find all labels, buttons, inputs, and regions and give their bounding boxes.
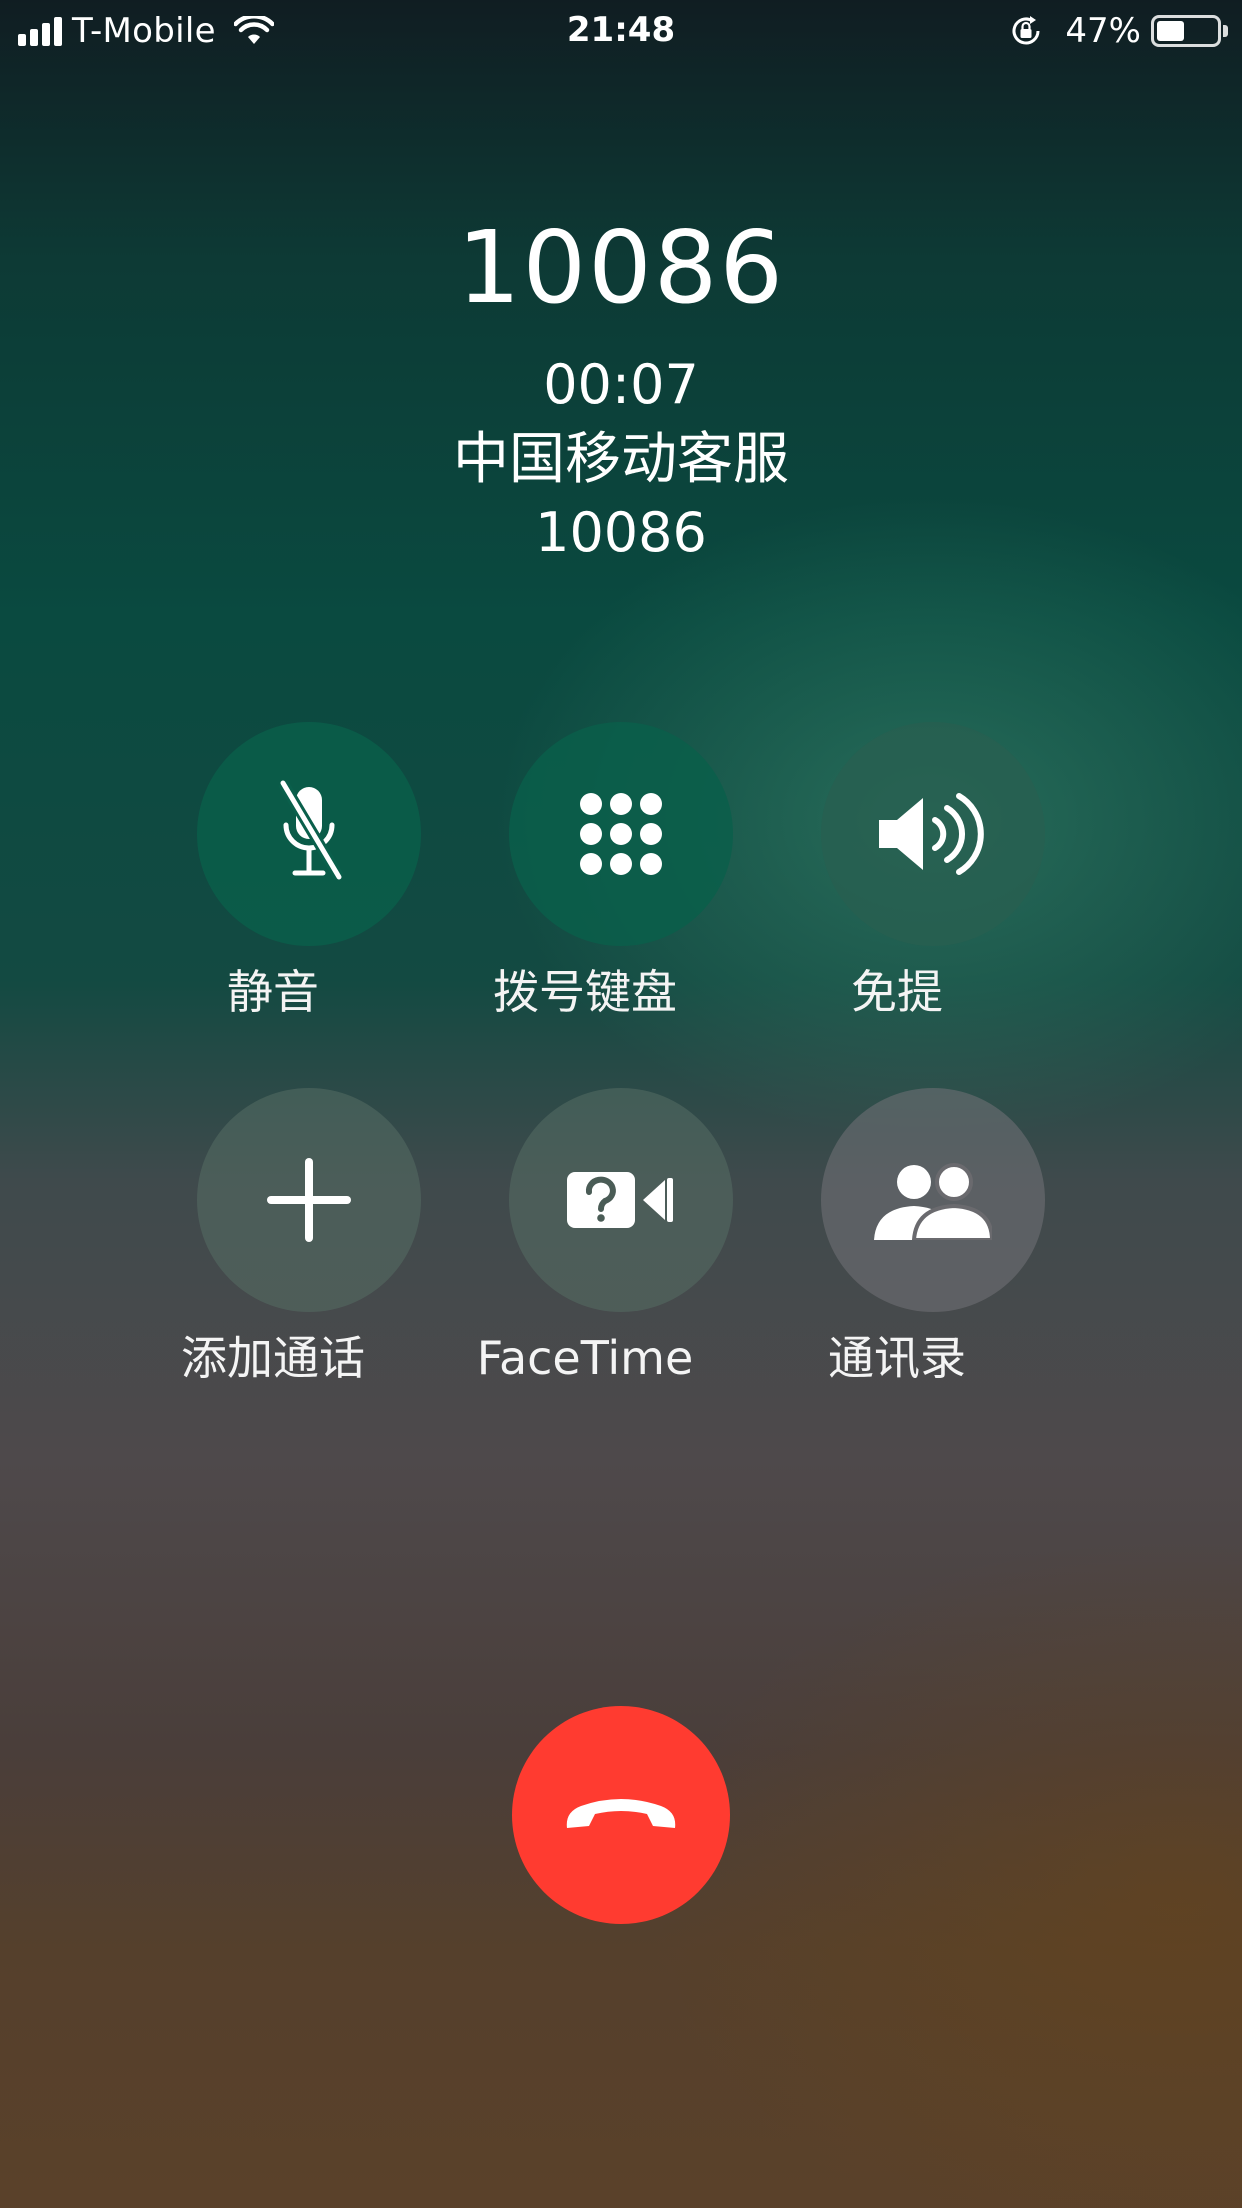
battery-percent: 47% [1065,11,1141,51]
contacts-button[interactable]: 通讯录 [737,1088,1057,1408]
mute-icon [278,780,344,880]
end-call-button[interactable] [512,1706,730,1924]
contacts-label: 通讯录 [828,1331,966,1385]
keypad-circle[interactable] [509,722,733,946]
caller-number: 10086 [456,209,786,326]
call-duration: 00:07 [543,353,699,416]
battery-level [1157,21,1184,41]
caller-label: 中国移动客服 [453,427,789,492]
battery-cap [1223,25,1228,37]
speaker-label: 免提 [851,965,943,1019]
mute-circle[interactable] [197,722,421,946]
orientation-lock-icon [1012,16,1040,45]
speaker-circle[interactable] [821,722,1045,946]
facetime-icon [567,1172,673,1228]
mute-button[interactable]: 静音 [113,722,433,1042]
speaker-button[interactable]: 免提 [737,722,1057,1042]
caller-sub-label: 10086 [535,501,707,564]
add-call-label: 添加通话 [181,1331,365,1385]
keypad-button[interactable]: 拨号键盘 [425,722,745,1042]
speaker-icon [879,793,984,875]
battery-icon [1151,15,1221,47]
facetime-circle[interactable] [509,1088,733,1312]
status-bar-right: 47% [1009,10,1228,52]
mute-label: 静音 [227,965,319,1019]
contacts-circle[interactable] [821,1088,1045,1312]
add-call-circle[interactable] [197,1088,421,1312]
facetime-button[interactable]: FaceTime [425,1088,745,1408]
facetime-label: FaceTime [476,1331,694,1385]
add-call-button[interactable]: 添加通话 [113,1088,433,1408]
keypad-label: 拨号键盘 [493,965,677,1019]
keypad-icon [580,793,662,875]
add-call-icon [267,1158,351,1242]
end-call-icon [566,1799,676,1828]
contacts-icon [874,1163,992,1240]
status-bar: T-Mobile 21:48 47% [0,0,1242,62]
